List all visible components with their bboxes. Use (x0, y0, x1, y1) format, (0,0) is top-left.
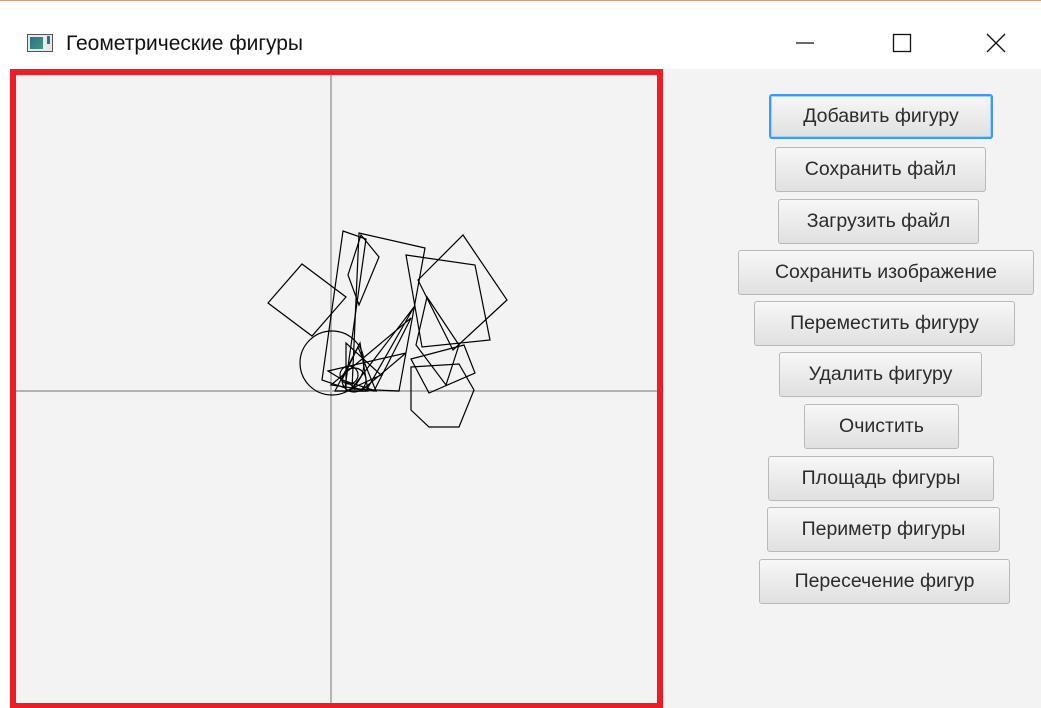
maximize-icon (892, 33, 912, 53)
app-window-icon (27, 34, 55, 54)
shape-area-button[interactable]: Площадь фигуры (768, 456, 994, 501)
shape-polygon (321, 230, 367, 389)
close-button[interactable] (966, 22, 1026, 64)
load-file-button[interactable]: Загрузить файл (778, 199, 979, 244)
save-file-button[interactable]: Сохранить файл (775, 147, 986, 192)
delete-shape-button[interactable]: Удалить фигуру (779, 352, 982, 397)
title-bar[interactable]: Геометрические фигуры (0, 2, 1041, 69)
window-title: Геометрические фигуры (66, 32, 304, 55)
add-shape-button[interactable]: Добавить фигуру (769, 94, 993, 139)
drawing-canvas[interactable] (10, 69, 663, 708)
save-image-button[interactable]: Сохранить изображение (738, 250, 1034, 295)
minimize-button[interactable] (775, 22, 835, 64)
shape-polygon (417, 234, 508, 351)
shape-polygon (410, 363, 475, 428)
clear-button[interactable]: Очистить (804, 404, 959, 449)
shape-polygon (415, 295, 460, 387)
shape-intersection-button[interactable]: Пересечение фигур (759, 559, 1010, 604)
minimize-icon (796, 42, 814, 44)
maximize-button[interactable] (872, 22, 932, 64)
button-panel: Добавить фигуру Сохранить файл Загрузить… (663, 69, 1041, 708)
close-icon (986, 33, 1006, 53)
shape-polygon (410, 344, 476, 394)
app-window: Геометрические фигуры Добавить фигуру Со… (0, 0, 1041, 708)
canvas-drawing (16, 75, 657, 703)
shape-polygon (347, 233, 380, 307)
shape-perimeter-button[interactable]: Периметр фигуры (767, 507, 1000, 552)
shape-polygon (267, 263, 347, 337)
move-shape-button[interactable]: Переместить фигуру (754, 301, 1015, 346)
